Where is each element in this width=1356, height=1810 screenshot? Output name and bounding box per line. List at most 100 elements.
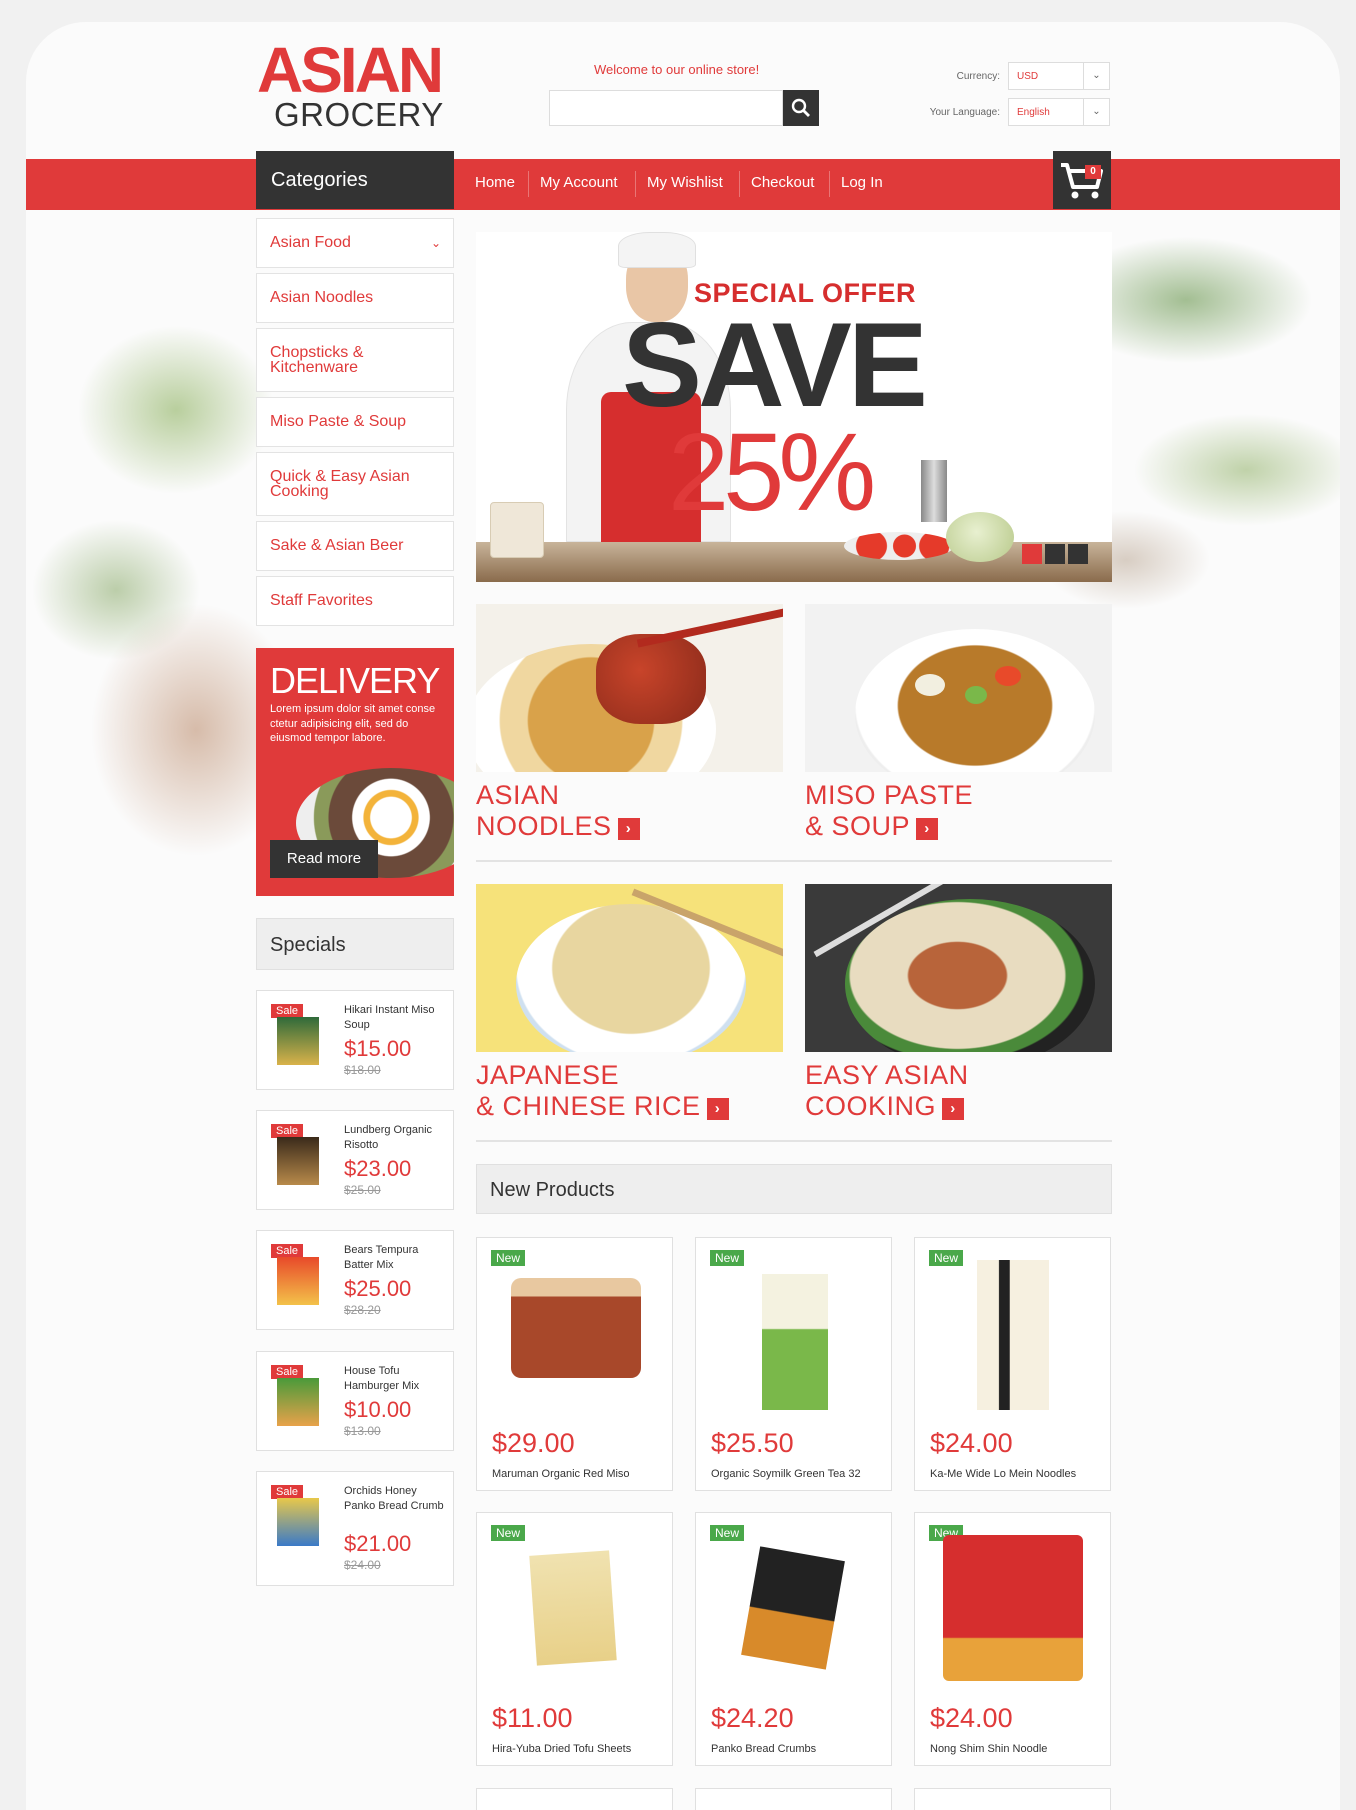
new-products-heading: New Products <box>476 1164 1112 1214</box>
language-label: Your Language: <box>929 107 1000 118</box>
sidebar-item-label: Chopsticks & Kitchenware <box>270 344 364 376</box>
special-item[interactable]: Sale Hikari Instant Miso Soup $15.00 $18… <box>256 990 454 1090</box>
product-card[interactable] <box>695 1788 892 1810</box>
tile-japanese-rice[interactable]: JAPANESE & CHINESE RICE › <box>476 884 783 1122</box>
sidebar-item-label: Asian Food <box>270 234 351 251</box>
product-name[interactable]: Nong Shim Shin Noodle <box>930 1743 1047 1755</box>
product-image[interactable] <box>529 1550 617 1666</box>
tile-asian-noodles[interactable]: ASIAN NOODLES › <box>476 604 783 842</box>
special-name[interactable]: Lundberg Organic Risotto <box>344 1123 449 1152</box>
product-price: $24.00 <box>930 1428 1013 1458</box>
currency-select[interactable]: USD ⌄ <box>1008 62 1110 90</box>
product-name[interactable]: Maruman Organic Red Miso <box>492 1468 630 1480</box>
special-item[interactable]: Sale House Tofu Hamburger Mix $10.00 $13… <box>256 1351 454 1451</box>
tile-title: MISO PASTE & SOUP › <box>805 780 1112 842</box>
product-price: $29.00 <box>492 1428 575 1458</box>
arrow-right-icon[interactable]: › <box>916 818 939 840</box>
tile-title: ASIAN NOODLES › <box>476 780 783 842</box>
sidebar-item-chopsticks[interactable]: Chopsticks & Kitchenware <box>256 328 454 392</box>
product-image[interactable] <box>511 1278 641 1378</box>
sidebar-item-asian-noodles[interactable]: Asian Noodles <box>256 273 454 323</box>
slider-dot[interactable] <box>1045 544 1065 564</box>
product-card[interactable]: New $11.00 Hira-Yuba Dried Tofu Sheets <box>476 1512 673 1766</box>
sidebar-item-label: Quick & Easy Asian Cooking <box>270 468 410 500</box>
read-more-button[interactable]: Read more <box>270 840 378 878</box>
chevron-down-icon: ⌄ <box>1083 99 1109 125</box>
new-badge: New <box>710 1525 745 1541</box>
sale-badge: Sale <box>271 1244 304 1258</box>
sidebar-item-label: Sake & Asian Beer <box>270 537 404 554</box>
sidebar-item-miso-paste[interactable]: Miso Paste & Soup <box>256 397 454 447</box>
delivery-promo: DELIVERY Lorem ipsum dolor sit amet cons… <box>256 648 454 896</box>
product-card[interactable]: New $29.00 Maruman Organic Red Miso <box>476 1237 673 1491</box>
logo-asian[interactable]: ASIAN <box>257 38 444 102</box>
noodles-image <box>476 604 783 772</box>
tile-easy-asian-cooking[interactable]: EASY ASIAN COOKING › <box>805 884 1112 1122</box>
slider-dot[interactable] <box>1068 544 1088 564</box>
search-button[interactable] <box>783 90 819 126</box>
special-name[interactable]: Orchids Honey Panko Bread Crumb <box>344 1484 449 1513</box>
product-image[interactable] <box>977 1260 1049 1410</box>
product-image[interactable] <box>943 1535 1083 1681</box>
product-thumbnail[interactable] <box>277 1378 319 1426</box>
special-name[interactable]: Hikari Instant Miso Soup <box>344 1003 449 1032</box>
product-name[interactable]: Panko Bread Crumbs <box>711 1743 816 1755</box>
product-thumbnail[interactable] <box>277 1017 319 1065</box>
product-thumbnail[interactable] <box>277 1137 319 1185</box>
chevron-down-icon: ⌄ <box>430 236 441 250</box>
special-item[interactable]: Sale Lundberg Organic Risotto $23.00 $25… <box>256 1110 454 1210</box>
tile-title: JAPANESE & CHINESE RICE › <box>476 1060 783 1122</box>
arrow-right-icon[interactable]: › <box>706 1098 729 1120</box>
currency-value: USD <box>1017 71 1039 82</box>
product-thumbnail[interactable] <box>277 1498 319 1546</box>
product-image[interactable] <box>741 1546 845 1670</box>
nav-home[interactable]: Home <box>475 174 515 191</box>
new-badge: New <box>491 1250 526 1266</box>
product-card[interactable]: New $24.00 Nong Shim Shin Noodle <box>914 1512 1111 1766</box>
divider <box>476 860 1112 862</box>
miso-soup-image <box>805 604 1112 772</box>
tile-title-line: EASY ASIAN <box>805 1060 969 1090</box>
categories-heading: Categories <box>256 151 454 209</box>
product-card[interactable]: New $25.50 Organic Soymilk Green Tea 32 <box>695 1237 892 1491</box>
search-input[interactable] <box>549 90 783 126</box>
sidebar-item-asian-food[interactable]: Asian Food ⌄ <box>256 218 454 268</box>
arrow-right-icon[interactable]: › <box>617 818 640 840</box>
logo-grocery[interactable]: GROCERY <box>274 98 444 131</box>
product-card[interactable] <box>914 1788 1111 1810</box>
nav-checkout[interactable]: Checkout <box>751 174 814 191</box>
product-image[interactable] <box>762 1274 828 1410</box>
nav-my-wishlist[interactable]: My Wishlist <box>647 174 723 191</box>
rice-image <box>476 884 783 1052</box>
sale-badge: Sale <box>271 1365 304 1379</box>
product-name[interactable]: Ka-Me Wide Lo Mein Noodles <box>930 1468 1076 1480</box>
tile-title-line: JAPANESE <box>476 1060 620 1090</box>
special-name[interactable]: Bears Tempura Batter Mix <box>344 1243 449 1272</box>
slider-dot[interactable] <box>1022 544 1042 564</box>
sidebar-item-staff-favorites[interactable]: Staff Favorites <box>256 576 454 626</box>
kitchen-counter <box>476 542 1112 582</box>
sidebar-item-quick-easy[interactable]: Quick & Easy Asian Cooking <box>256 452 454 516</box>
tile-title-line: COOKING <box>805 1091 937 1121</box>
product-card[interactable] <box>476 1788 673 1810</box>
product-name[interactable]: Hira-Yuba Dried Tofu Sheets <box>492 1743 631 1755</box>
cart-button[interactable]: 0 <box>1053 151 1111 209</box>
arrow-right-icon[interactable]: › <box>942 1098 965 1120</box>
hero-banner[interactable]: SPECIAL OFFER SAVE 25% <box>476 232 1112 582</box>
nav-my-account[interactable]: My Account <box>540 174 618 191</box>
sidebar-item-sake-beer[interactable]: Sake & Asian Beer <box>256 521 454 571</box>
product-card[interactable]: New $24.00 Ka-Me Wide Lo Mein Noodles <box>914 1237 1111 1491</box>
sidebar-item-label: Miso Paste & Soup <box>270 413 407 430</box>
product-thumbnail[interactable] <box>277 1257 319 1305</box>
tomatoes-image <box>844 532 954 560</box>
tile-miso-paste[interactable]: MISO PASTE & SOUP › <box>805 604 1112 842</box>
language-select[interactable]: English ⌄ <box>1008 98 1110 126</box>
special-item[interactable]: Sale Orchids Honey Panko Bread Crumb $21… <box>256 1471 454 1586</box>
nav-log-in[interactable]: Log In <box>841 174 883 191</box>
special-name[interactable]: House Tofu Hamburger Mix <box>344 1364 449 1393</box>
product-card[interactable]: New $24.20 Panko Bread Crumbs <box>695 1512 892 1766</box>
special-item[interactable]: Sale Bears Tempura Batter Mix $25.00 $28… <box>256 1230 454 1330</box>
product-name[interactable]: Organic Soymilk Green Tea 32 <box>711 1468 861 1480</box>
special-old-price: $25.00 <box>344 1183 381 1197</box>
welcome-message: Welcome to our online store! <box>594 62 760 77</box>
